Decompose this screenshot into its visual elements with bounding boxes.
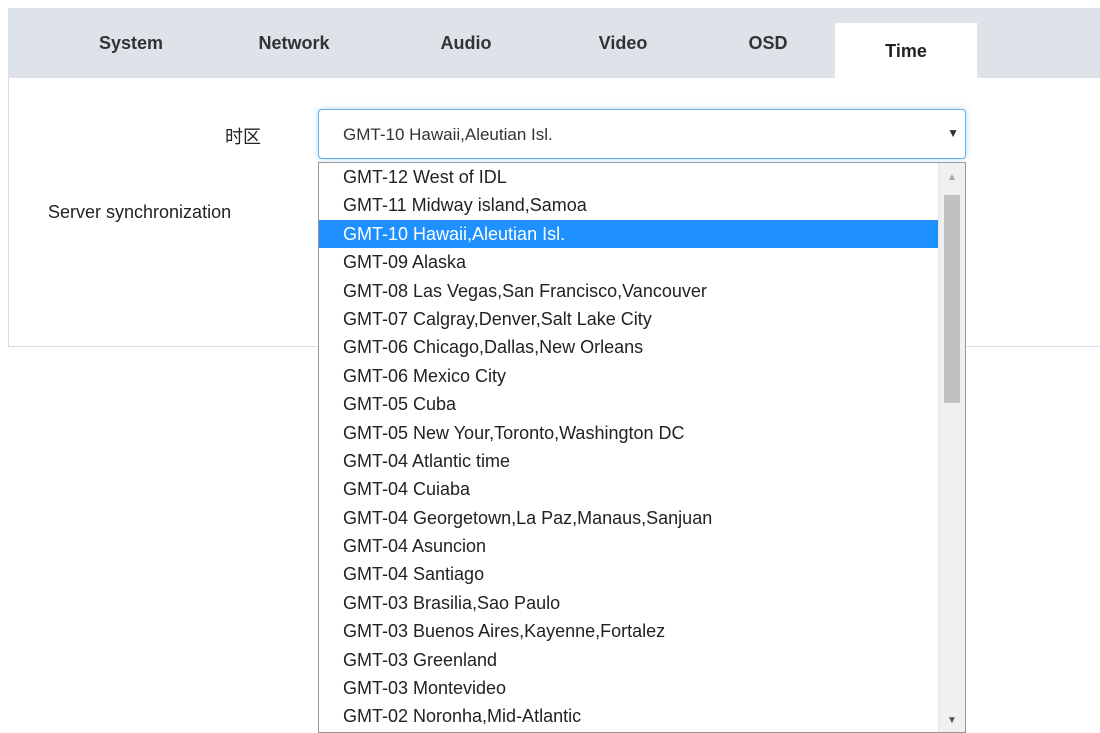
timezone-option[interactable]: GMT-03 Brasilia,Sao Paulo bbox=[319, 589, 939, 617]
timezone-option[interactable]: GMT-06 Mexico City bbox=[319, 362, 939, 390]
dropdown-scrollbar[interactable]: ▲ ▼ bbox=[938, 163, 965, 732]
timezone-option[interactable]: GMT-04 Georgetown,La Paz,Manaus,Sanjuan bbox=[319, 504, 939, 532]
timezone-option[interactable]: GMT-04 Atlantic time bbox=[319, 447, 939, 475]
timezone-option[interactable]: GMT-03 Buenos Aires,Kayenne,Fortalez bbox=[319, 617, 939, 645]
timezone-option[interactable]: GMT-09 Alaska bbox=[319, 248, 939, 276]
timezone-option[interactable]: GMT-04 Asuncion bbox=[319, 532, 939, 560]
timezone-option[interactable]: GMT-02 Noronha,Mid-Atlantic bbox=[319, 702, 939, 730]
timezone-option[interactable]: GMT-07 Calgray,Denver,Salt Lake City bbox=[319, 305, 939, 333]
timezone-option[interactable]: GMT-04 Santiago bbox=[319, 560, 939, 588]
timezone-option[interactable]: GMT-05 Cuba bbox=[319, 390, 939, 418]
timezone-option[interactable]: GMT-05 New Your,Toronto,Washington DC bbox=[319, 419, 939, 447]
timezone-select[interactable]: GMT-10 Hawaii,Aleutian Isl. ▼ bbox=[318, 109, 966, 159]
tab-time[interactable]: Time bbox=[834, 22, 978, 80]
tab-network[interactable]: Network bbox=[244, 8, 344, 78]
server-sync-label: Server synchronization bbox=[48, 202, 232, 222]
timezone-dropdown-list: GMT-12 West of IDL GMT-11 Midway island,S… bbox=[318, 162, 966, 733]
timezone-option[interactable]: GMT-12 West of IDL bbox=[319, 163, 939, 191]
tab-audio[interactable]: Audio bbox=[426, 8, 506, 78]
tab-system[interactable]: System bbox=[86, 8, 176, 78]
timezone-option[interactable]: GMT-06 Chicago,Dallas,New Orleans bbox=[319, 333, 939, 361]
timezone-option[interactable]: GMT-03 Greenland bbox=[319, 646, 939, 674]
scroll-up-arrow-icon[interactable]: ▲ bbox=[939, 167, 965, 187]
timezone-option[interactable]: GMT-11 Midway island,Samoa bbox=[319, 191, 939, 219]
caret-down-icon[interactable]: ▼ bbox=[947, 126, 959, 140]
scroll-down-arrow-icon[interactable]: ▼ bbox=[939, 710, 965, 730]
tab-osd[interactable]: OSD bbox=[733, 8, 803, 78]
timezone-selected-value: GMT-10 Hawaii,Aleutian Isl. bbox=[343, 125, 553, 144]
timezone-option[interactable]: GMT-08 Las Vegas,San Francisco,Vancouver bbox=[319, 277, 939, 305]
scrollbar-thumb[interactable] bbox=[944, 195, 960, 403]
timezone-option-selected[interactable]: GMT-10 Hawaii,Aleutian Isl. bbox=[319, 219, 939, 249]
tab-bar: System Network Audio Video OSD Time bbox=[8, 8, 1100, 80]
timezone-option[interactable]: GMT-03 Montevideo bbox=[319, 674, 939, 702]
timezone-option[interactable]: GMT-04 Cuiaba bbox=[319, 475, 939, 503]
tab-video[interactable]: Video bbox=[583, 8, 663, 78]
timezone-options: GMT-12 West of IDL GMT-11 Midway island,S… bbox=[319, 163, 939, 731]
timezone-label: 时区 bbox=[225, 127, 261, 147]
